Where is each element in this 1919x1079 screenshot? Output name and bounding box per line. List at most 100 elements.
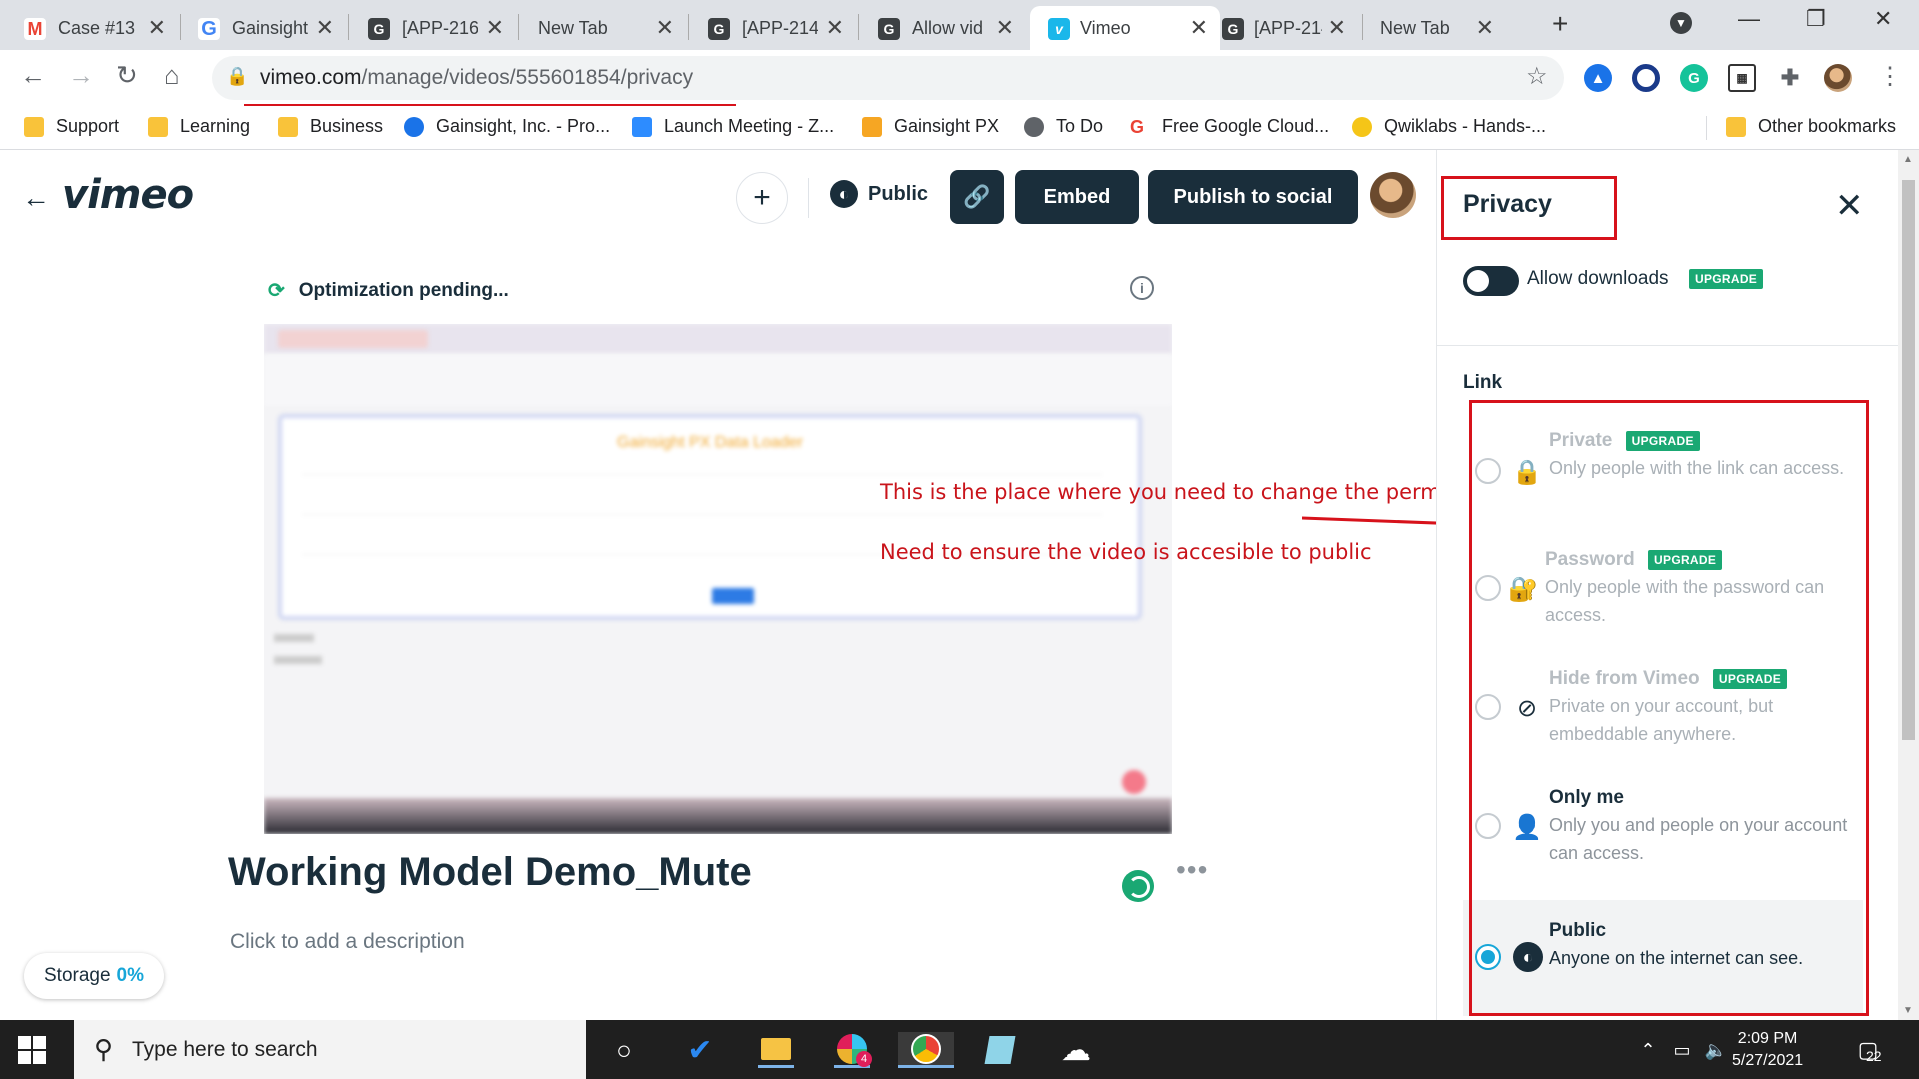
privacy-option-only-me[interactable]: 👤 Only me Only you and people on your ac… [1463,779,1863,879]
profile-avatar-icon[interactable] [1824,64,1852,92]
bookmark-business[interactable]: Business [278,116,383,137]
chrome-icon[interactable] [898,1032,954,1068]
home-icon[interactable]: ⌂ [164,60,180,91]
upgrade-badge[interactable]: UPGRADE [1712,668,1788,689]
onedrive-cloud-icon[interactable]: ☁ [1058,1032,1094,1068]
radio-hide-from-vimeo[interactable] [1475,694,1501,720]
url-text[interactable]: vimeo.com/manage/videos/555601854/privac… [260,66,693,90]
todo-check-icon[interactable]: ✔ [682,1032,718,1068]
vimeo-logo[interactable]: vimeo [62,172,194,218]
bookmark-other[interactable]: Other bookmarks [1726,116,1896,137]
close-tab-icon[interactable]: ✕ [826,15,844,41]
description-field[interactable]: Click to add a description [230,930,465,954]
taskbar-search-input[interactable]: ⚲ Type here to search [74,1020,586,1079]
close-icon[interactable]: ✕ [1835,186,1864,226]
tab-new-tab[interactable]: New Tab ✕ [516,6,686,50]
grammarly-icon[interactable]: G [1680,64,1708,92]
bookmark-google-cloud[interactable]: G Free Google Cloud... [1130,116,1329,137]
show-hidden-icons-icon[interactable]: ⌃ [1630,1032,1666,1068]
allow-downloads-toggle[interactable] [1463,266,1519,296]
bookmark-launch-meeting[interactable]: Launch Meeting - Z... [632,116,834,137]
globe-icon [1024,116,1044,137]
close-tab-icon[interactable]: ✕ [1476,15,1494,41]
extension-o-icon[interactable] [1632,64,1660,92]
qr-code-icon[interactable]: ▦ [1728,64,1756,92]
search-icon: ⚲ [94,1034,114,1064]
gainsight-icon [404,116,424,137]
privacy-option-public[interactable]: ◐ Public Anyone on the internet can see. [1463,912,1863,992]
close-tab-icon[interactable]: ✕ [996,15,1014,41]
back-icon[interactable]: ← [20,60,46,91]
info-icon[interactable]: i [1130,276,1154,300]
bookmark-learning[interactable]: Learning [148,116,250,137]
close-tab-icon[interactable]: ✕ [486,15,504,41]
more-options-icon[interactable]: ••• [1176,854,1208,886]
copy-link-button[interactable]: 🔗 [950,170,1004,224]
upgrade-badge[interactable]: UPGRADE [1689,269,1764,289]
close-tab-icon[interactable]: ✕ [316,15,334,41]
privacy-option-hide-from-vimeo[interactable]: ⊘ Hide from Vimeo UPGRADE Private on you… [1463,660,1863,760]
privacy-option-private[interactable]: 🔒 Private UPGRADE Only people with the l… [1463,422,1863,522]
reload-icon[interactable]: ↻ [116,60,138,91]
close-tab-icon[interactable]: ✕ [1328,15,1346,41]
tab-search-icon[interactable]: ▼ [1670,12,1692,34]
radio-only-me[interactable] [1475,813,1501,839]
restore-icon[interactable]: ❐ [1806,6,1826,32]
tab-app-214[interactable]: G [APP-214 ✕ [686,6,856,50]
tab-app-214-b[interactable]: G [APP-214 ✕ [1212,6,1360,50]
globe-icon: ◐ [1513,942,1543,972]
close-tab-icon[interactable]: ✕ [656,15,674,41]
minimize-icon[interactable]: — [1738,6,1760,32]
bookmark-gainsight-px[interactable]: Gainsight PX [862,116,999,137]
privacy-option-password[interactable]: 🔐 Password UPGRADE Only people with the … [1463,541,1863,641]
optimization-status: ⟳ Optimization pending... [268,279,509,303]
menu-kebab-icon[interactable]: ⋮ [1878,62,1902,91]
tab-new-tab-2[interactable]: New Tab ✕ [1360,6,1512,50]
windows-start-icon[interactable] [18,1036,46,1064]
file-explorer-icon[interactable] [758,1032,794,1068]
tab-gainsight-google[interactable]: G Gainsight ✕ [176,6,346,50]
page-scrollbar[interactable]: ▲ ▼ [1898,150,1919,1020]
bookmark-gainsight-inc[interactable]: Gainsight, Inc. - Pro... [404,116,610,137]
add-button[interactable]: + [736,172,788,224]
cortana-icon[interactable]: ○ [606,1032,642,1068]
tab-app-216[interactable]: G [APP-216 ✕ [346,6,516,50]
link-heading: Link [1463,372,1503,393]
bookmark-star-icon[interactable]: ☆ [1526,62,1548,91]
avatar[interactable] [1370,172,1416,218]
extension-cloud-icon[interactable]: ▲ [1584,64,1612,92]
tab-allow-video[interactable]: G Allow vid ✕ [856,6,1026,50]
extensions-puzzle-icon[interactable]: ✚ [1776,64,1804,92]
storage-indicator[interactable]: Storage 0% [24,953,165,999]
radio-public[interactable] [1475,944,1501,970]
upgrade-badge[interactable]: UPGRADE [1648,549,1723,570]
folder-icon [1726,116,1746,137]
forward-icon[interactable]: → [68,60,94,91]
volume-icon[interactable]: 🔈 [1698,1032,1734,1068]
battery-icon[interactable]: ▭ [1664,1032,1700,1068]
lock-icon[interactable]: 🔒 [226,66,248,87]
notes-app-icon[interactable] [982,1032,1018,1068]
visibility-button[interactable]: ◐ Public [830,180,928,208]
back-arrow-icon[interactable]: ← [22,182,50,214]
vimeo-icon: v [1048,18,1070,40]
tab-vimeo[interactable]: v Vimeo ✕ [1030,6,1220,50]
embed-button[interactable]: Embed [1015,170,1139,224]
close-window-icon[interactable]: ✕ [1874,6,1892,32]
close-tab-icon[interactable]: ✕ [1190,15,1208,41]
taskbar-clock[interactable]: 2:09 PM 5/27/2021 [1732,1028,1803,1072]
radio-password[interactable] [1475,575,1501,601]
new-tab-button[interactable]: + [1552,8,1568,40]
zoom-icon [632,116,652,137]
upgrade-badge[interactable]: UPGRADE [1625,430,1700,451]
publish-to-social-button[interactable]: Publish to social [1148,170,1358,224]
tab-case[interactable]: M Case #13 ✕ [0,6,178,50]
close-tab-icon[interactable]: ✕ [148,15,166,41]
radio-private[interactable] [1475,458,1501,484]
bookmark-to-do[interactable]: To Do [1024,116,1103,137]
video-title[interactable]: Working Model Demo_Mute [228,850,752,895]
slack-icon[interactable]: 4 [834,1032,872,1068]
video-preview[interactable]: Gainsight PX Data Loader [264,324,1172,834]
bookmark-qwiklabs[interactable]: Qwiklabs - Hands-... [1352,116,1546,137]
bookmark-support[interactable]: Support [24,116,119,137]
